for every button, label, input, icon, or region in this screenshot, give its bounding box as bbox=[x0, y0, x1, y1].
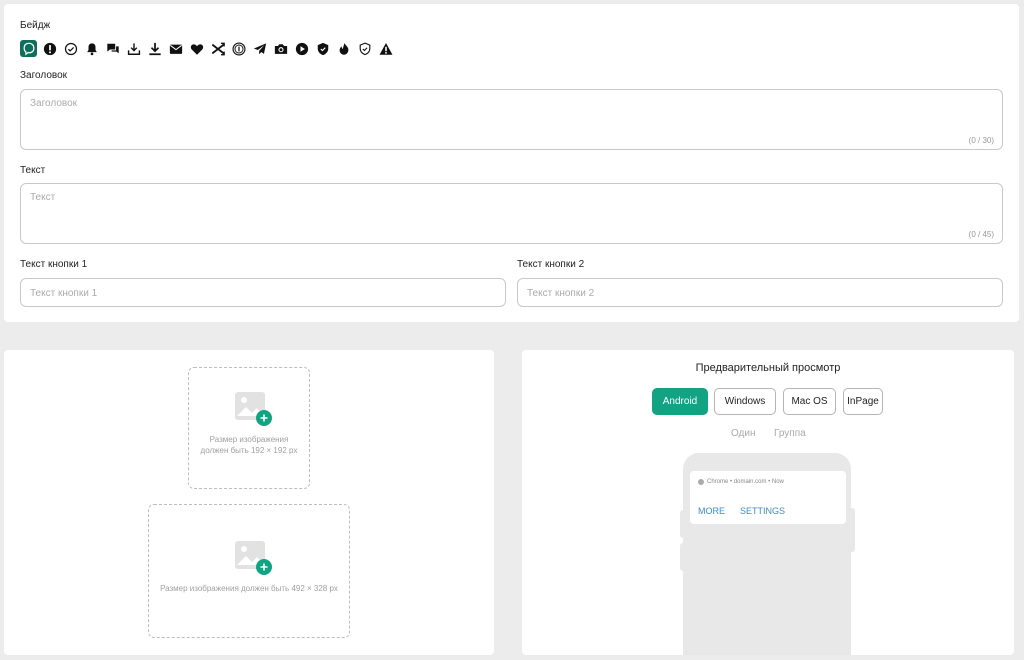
shield-check-icon[interactable] bbox=[356, 40, 373, 57]
chrome-icon bbox=[698, 479, 704, 485]
text-counter: (0 / 45) bbox=[968, 230, 994, 239]
coin-icon[interactable] bbox=[230, 40, 247, 57]
heart-icon[interactable] bbox=[188, 40, 205, 57]
text-field[interactable]: Текст (0 / 45) bbox=[20, 183, 1003, 244]
notification-header: Chrome • domain.com • Now bbox=[698, 479, 784, 485]
icon-upload-dropzone[interactable]: Размер изображения должен быть 192 × 192… bbox=[188, 367, 310, 489]
shuffle-icon[interactable] bbox=[209, 40, 226, 57]
mode-single[interactable]: Один bbox=[731, 428, 756, 439]
badge-picker bbox=[20, 40, 394, 57]
viber-icon[interactable] bbox=[20, 40, 37, 57]
button1-label: Текст кнопки 1 bbox=[20, 259, 88, 270]
title-counter: (0 / 30) bbox=[968, 136, 994, 145]
telegram-icon[interactable] bbox=[251, 40, 268, 57]
tab-inpage[interactable]: InPage bbox=[843, 388, 883, 415]
bell-icon[interactable] bbox=[83, 40, 100, 57]
badge-label: Бейдж bbox=[20, 20, 51, 31]
preview-title: Предварительный просмотр bbox=[695, 362, 841, 374]
notification-action-settings[interactable]: SETTINGS bbox=[740, 506, 785, 516]
button2-text-input[interactable]: Текст кнопки 2 bbox=[517, 278, 1003, 307]
button2-label: Текст кнопки 2 bbox=[517, 259, 585, 270]
play-icon[interactable] bbox=[293, 40, 310, 57]
text-label: Текст bbox=[20, 165, 46, 176]
warning-icon[interactable] bbox=[377, 40, 394, 57]
download-icon[interactable] bbox=[146, 40, 163, 57]
tab-macos[interactable]: Mac OS bbox=[783, 388, 836, 415]
title-label: Заголовок bbox=[20, 70, 68, 81]
tab-windows[interactable]: Windows bbox=[714, 388, 776, 415]
tab-android[interactable]: Android bbox=[652, 388, 708, 415]
camera-icon[interactable] bbox=[272, 40, 289, 57]
mode-group[interactable]: Группа bbox=[774, 428, 806, 439]
icon-size-hint: Размер изображения должен быть 192 × 192… bbox=[200, 435, 298, 455]
button1-text-input[interactable]: Текст кнопки 1 bbox=[20, 278, 506, 307]
image-upload-panel: Размер изображения должен быть 192 × 192… bbox=[4, 350, 494, 655]
shield-icon[interactable] bbox=[314, 40, 331, 57]
image-add-icon bbox=[235, 392, 272, 426]
mail-icon[interactable] bbox=[167, 40, 184, 57]
text-placeholder: Текст bbox=[30, 192, 56, 203]
fire-icon[interactable] bbox=[335, 40, 352, 57]
chat-icon[interactable] bbox=[104, 40, 121, 57]
notification-source: Chrome • domain.com • Now bbox=[707, 479, 784, 485]
title-field[interactable]: Заголовок (0 / 30) bbox=[20, 89, 1003, 150]
check-circle-icon[interactable] bbox=[62, 40, 79, 57]
notification-preview: Chrome • domain.com • Now MORE SETTINGS bbox=[690, 471, 846, 524]
download-tray-icon[interactable] bbox=[125, 40, 142, 57]
preview-panel: Предварительный просмотр Android Windows… bbox=[522, 350, 1014, 655]
alert-circle-icon[interactable] bbox=[41, 40, 58, 57]
title-placeholder: Заголовок bbox=[30, 98, 78, 109]
image-add-icon bbox=[235, 541, 272, 575]
notification-action-more[interactable]: MORE bbox=[698, 506, 725, 516]
phone-mockup: Chrome • domain.com • Now MORE SETTINGS bbox=[683, 453, 851, 655]
image-size-hint: Размер изображения должен быть 492 × 328… bbox=[160, 584, 338, 593]
notification-form: Бейдж Заголовок Заголовок (0 / 30) Текст… bbox=[4, 4, 1019, 322]
image-upload-dropzone[interactable]: Размер изображения должен быть 492 × 328… bbox=[148, 504, 350, 638]
